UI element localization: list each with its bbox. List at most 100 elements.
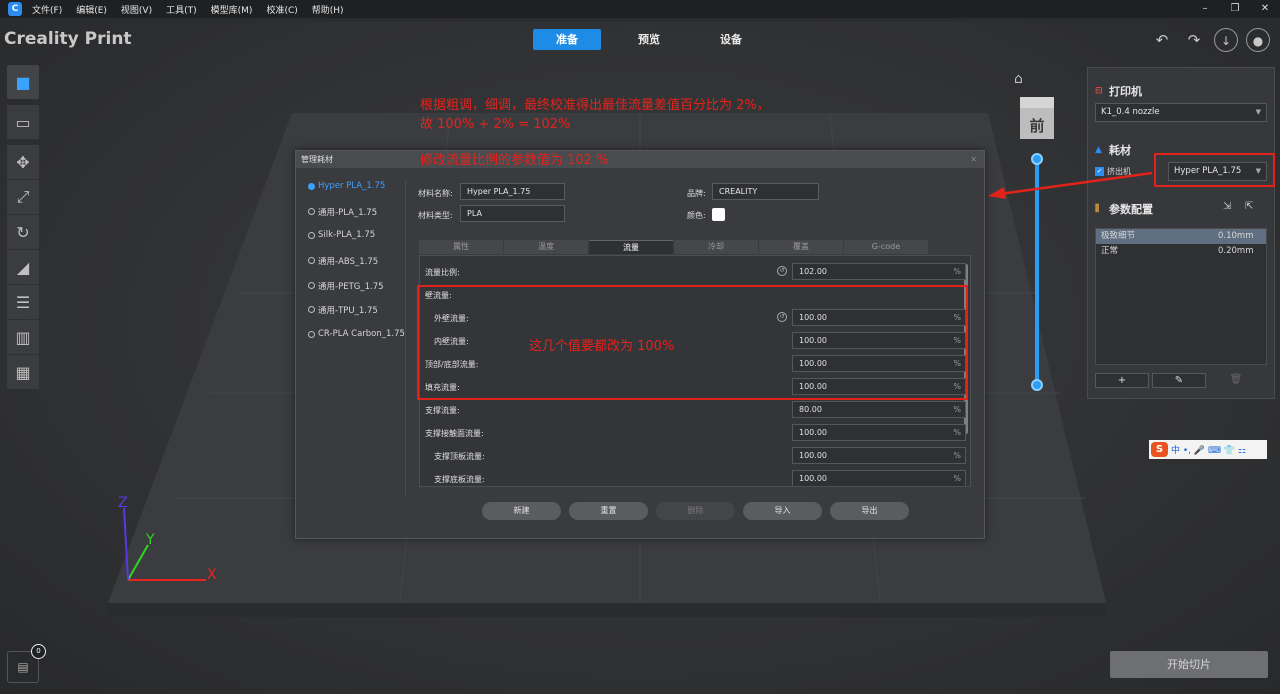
- export-profile-icon[interactable]: ⇱: [1245, 201, 1253, 212]
- view-cube[interactable]: 前: [1020, 97, 1054, 139]
- material-item[interactable]: 通用-ABS_1.75: [308, 255, 405, 280]
- material-name-field[interactable]: Hyper PLA_1.75: [460, 183, 565, 200]
- brand-field[interactable]: CREALITY: [712, 183, 819, 200]
- close-icon[interactable]: ✕: [970, 151, 977, 168]
- menu-edit[interactable]: 编辑(E): [76, 3, 107, 16]
- layer-slider-bottom-handle[interactable]: [1031, 379, 1043, 391]
- tab-flow[interactable]: 流量: [589, 240, 673, 254]
- profile-item[interactable]: 极致细节 0.10mm: [1096, 229, 1266, 244]
- flow-setting-label: 支撑流量:: [425, 406, 460, 415]
- material-item[interactable]: 通用-TPU_1.75: [308, 304, 405, 329]
- axis-x-label: X: [207, 567, 217, 583]
- minimize-icon[interactable]: –: [1190, 0, 1220, 18]
- window-controls: – ❐ ✕: [1190, 0, 1280, 18]
- material-item[interactable]: Silk-PLA_1.75: [308, 230, 405, 255]
- menu-view[interactable]: 视图(V): [121, 3, 152, 16]
- home-icon[interactable]: ⌂: [1014, 71, 1023, 87]
- annotation-line1: 根据粗调，细调，最终校准得出最佳流量差值百分比为 2%，: [420, 98, 770, 113]
- move-icon[interactable]: ✥: [7, 145, 39, 179]
- import-profile-icon[interactable]: ⇲: [1223, 201, 1231, 212]
- import-button[interactable]: 导入: [743, 502, 822, 520]
- flow-value-input[interactable]: 100.00%: [792, 424, 966, 441]
- delete-button[interactable]: 删除: [656, 502, 735, 520]
- tab-device[interactable]: 设备: [697, 29, 765, 50]
- file-count-badge: 0: [31, 644, 46, 659]
- lay-flat-icon[interactable]: ◢: [7, 250, 39, 284]
- export-button[interactable]: 导出: [830, 502, 909, 520]
- brand-label: 品牌:: [687, 189, 706, 198]
- profile-item[interactable]: 正常 0.20mm: [1096, 244, 1266, 259]
- filament-title: 耗材: [1109, 144, 1131, 157]
- flow-value-text: 100.00: [799, 428, 827, 437]
- layer-slider-top-handle[interactable]: [1031, 153, 1043, 165]
- menu-calibration[interactable]: 校准(C): [266, 3, 297, 16]
- menu-file[interactable]: 文件(F): [32, 3, 62, 16]
- material-item[interactable]: Hyper PLA_1.75: [308, 181, 405, 206]
- start-slice-button[interactable]: 开始切片: [1110, 651, 1268, 678]
- edit-profile-icon[interactable]: ✎: [1152, 373, 1206, 388]
- flow-value-text: 80.00: [799, 405, 822, 414]
- printer-select[interactable]: K1_0.4 nozzle ▼: [1095, 103, 1267, 122]
- flow-value-unit: %: [953, 474, 961, 483]
- add-profile-button[interactable]: +: [1095, 373, 1149, 388]
- filament-header: ▲ 耗材: [1095, 142, 1131, 158]
- flow-value-unit: %: [953, 428, 961, 437]
- maximize-icon[interactable]: ❐: [1220, 0, 1250, 18]
- download-icon[interactable]: ↓: [1214, 28, 1238, 52]
- axis-y-label: Y: [145, 532, 155, 548]
- material-item[interactable]: CR-PLA Carbon_1.75: [308, 329, 405, 354]
- undo-icon[interactable]: ↶: [1150, 28, 1174, 52]
- flow-value-input[interactable]: 80.00%: [792, 401, 966, 418]
- flow-value-input[interactable]: 102.00%: [792, 263, 966, 280]
- settings-tabs: 属性 温度 流量 冷却 覆盖 G-code: [419, 240, 929, 254]
- tab-cooling[interactable]: 冷却: [674, 240, 758, 254]
- color-swatch[interactable]: [712, 208, 725, 221]
- flow-setting-label: 流量比例:: [425, 268, 460, 277]
- menu-tools[interactable]: 工具(T): [166, 3, 197, 16]
- tab-gcode[interactable]: G-code: [844, 240, 928, 254]
- top-right-toolbar: ↶ ↷ ↓ ●: [1150, 28, 1270, 52]
- annotation-line2: 故 100% + 2% = 102%: [420, 117, 571, 132]
- flow-value-text: 100.00: [799, 474, 827, 483]
- file-list-icon[interactable]: ▤ 0: [7, 644, 46, 683]
- cube-view-icon[interactable]: ■: [7, 65, 39, 99]
- new-button[interactable]: 新建: [482, 502, 561, 520]
- reset-icon[interactable]: ↺: [777, 266, 787, 276]
- material-label: 通用-TPU_1.75: [318, 306, 378, 317]
- main-tabs: 准备 预览 设备: [533, 29, 779, 50]
- material-item[interactable]: 通用-PLA_1.75: [308, 206, 405, 231]
- menu-model-library[interactable]: 模型库(M): [211, 3, 253, 16]
- material-type-field[interactable]: PLA: [460, 205, 565, 222]
- tab-override[interactable]: 覆盖: [759, 240, 843, 254]
- dialog-actions: 新建 重置 删除 导入 导出: [482, 502, 909, 520]
- list-icon[interactable]: ☰: [7, 285, 39, 319]
- close-icon[interactable]: ✕: [1250, 0, 1280, 18]
- material-item[interactable]: 通用-PETG_1.75: [308, 280, 405, 305]
- rotate-icon[interactable]: ↻: [7, 215, 39, 249]
- profile-title: 参数配置: [1109, 203, 1153, 216]
- ime-status[interactable]: 中 •, 🎤 ⌨ 👕 ⚏: [1171, 443, 1246, 456]
- printer-select-value: K1_0.4 nozzle: [1101, 107, 1160, 117]
- support-icon[interactable]: ▥: [7, 320, 39, 354]
- sogou-logo: S: [1151, 442, 1168, 457]
- arrange-icon[interactable]: ▦: [7, 355, 39, 389]
- tab-prepare[interactable]: 准备: [533, 29, 601, 50]
- tab-properties[interactable]: 属性: [419, 240, 503, 254]
- profile-layer-height: 0.10mm: [1218, 231, 1254, 241]
- reset-button[interactable]: 重置: [569, 502, 648, 520]
- tab-preview[interactable]: 预览: [615, 29, 683, 50]
- flow-value-input[interactable]: 100.00%: [792, 447, 966, 464]
- menu-bar: C 文件(F) 编辑(E) 视图(V) 工具(T) 模型库(M) 校准(C) 帮…: [0, 0, 1280, 18]
- user-icon[interactable]: ●: [1246, 28, 1270, 52]
- flow-value-unit: %: [953, 405, 961, 414]
- delete-profile-icon[interactable]: 🗑: [1209, 373, 1263, 388]
- scale-icon[interactable]: ⤢: [7, 180, 39, 214]
- view-cube-front-label: 前: [1029, 117, 1045, 135]
- flow-value-unit: %: [953, 451, 961, 460]
- open-folder-icon[interactable]: ▭: [7, 105, 39, 139]
- flow-value-input[interactable]: 100.00%: [792, 470, 966, 486]
- left-toolbar: ■ ▭ ✥ ⤢ ↻ ◢ ☰ ▥ ▦: [7, 65, 39, 390]
- redo-icon[interactable]: ↷: [1182, 28, 1206, 52]
- menu-help[interactable]: 帮助(H): [312, 3, 344, 16]
- tab-temperature[interactable]: 温度: [504, 240, 588, 254]
